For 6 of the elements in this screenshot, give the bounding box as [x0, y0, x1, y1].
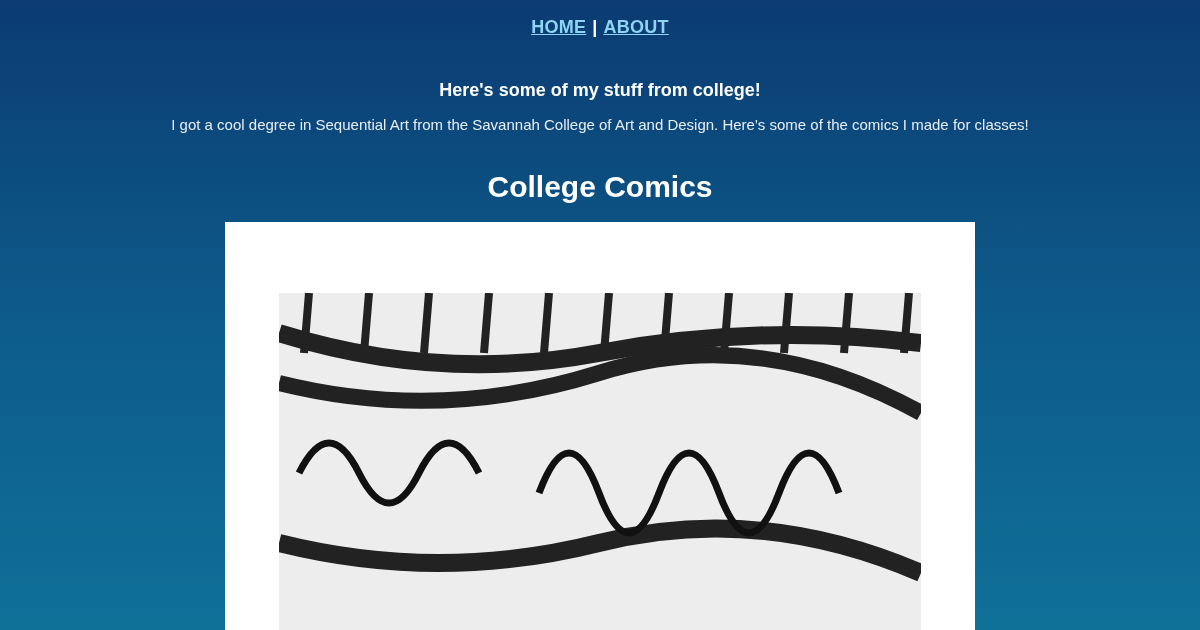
home-link[interactable]: HOME [531, 17, 587, 38]
about-link[interactable]: ABOUT [603, 17, 669, 38]
intro-text: I got a cool degree in Sequential Art from the Savannah College of Art and Design. Here's some of the comics I made for classes! [171, 116, 1029, 133]
nav-separator: | [592, 17, 598, 38]
section-title: College Comics [487, 170, 713, 204]
intro-heading: Here's some of my stuff from college! [439, 80, 761, 101]
